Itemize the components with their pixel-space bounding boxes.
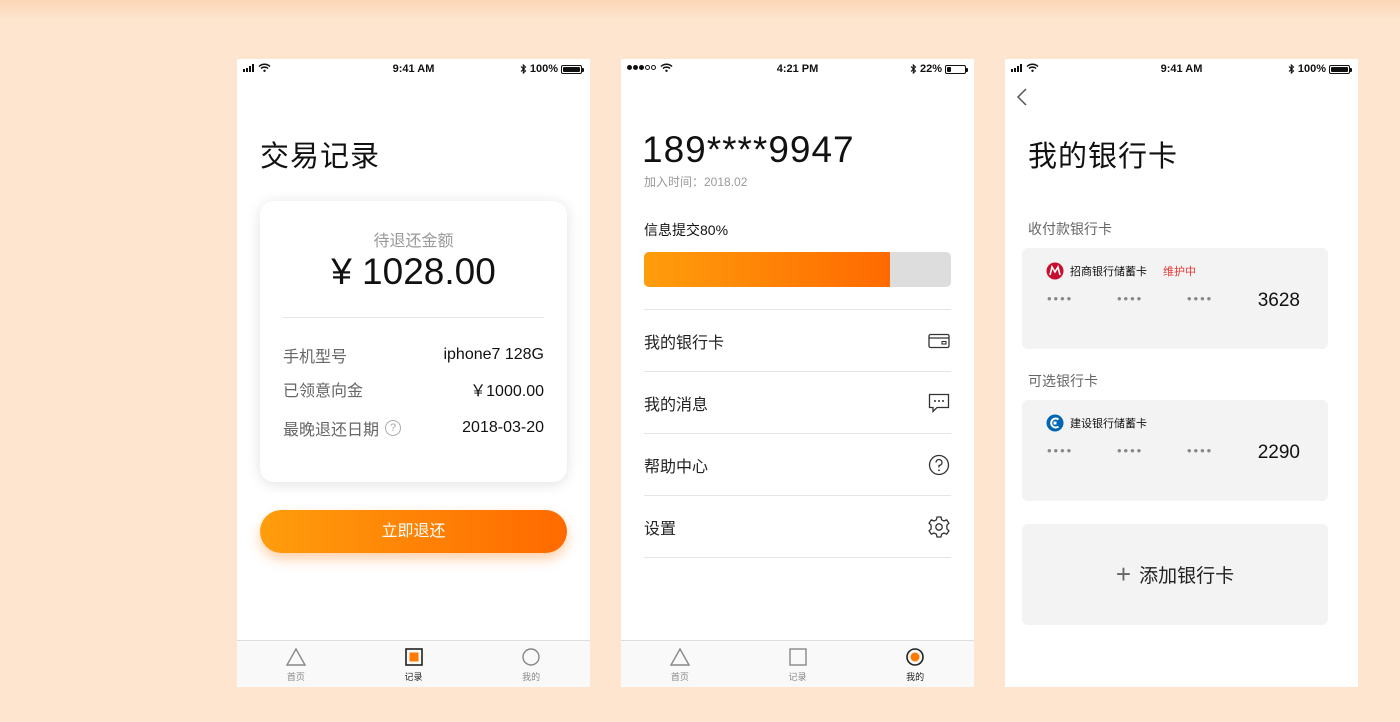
battery-icon [1329,64,1352,74]
bank-card-cmb[interactable]: 招商银行储蓄卡 维护中 •••• •••• •••• 3628 [1022,248,1328,349]
message-icon [927,391,951,415]
page-title: 交易记录 [260,141,381,173]
refund-now-button[interactable]: 立即退还 [260,510,567,553]
detail-value: 2018-03-20 [462,419,544,436]
detail-label: 最晚退还日期 [283,422,380,439]
detail-label: 已领意向金 [283,383,364,400]
phone-screen-transactions: 9:41 AM 100% 交易记录 待退还金额 ¥ 1028.00 手机型号 i… [237,59,590,687]
menu-item-help[interactable]: 帮助中心 [644,434,951,496]
menu-item-label: 我的银行卡 [644,334,725,352]
battery-icon [945,64,968,74]
divider [283,317,544,318]
square-icon [788,647,808,667]
tab-home[interactable]: 首页 [621,641,739,687]
add-bank-card-button[interactable]: + 添加银行卡 [1022,524,1328,625]
page-title: 我的银行卡 [1028,141,1179,173]
mask-group: •••• [1187,443,1214,458]
tab-records[interactable]: 记录 [739,641,857,687]
triangle-icon [669,647,690,667]
tab-label: 首页 [286,672,305,682]
tab-label: 记录 [404,672,423,682]
detail-value: iphone7 128G [443,346,544,363]
detail-value: ￥1000.00 [470,383,544,400]
mask-group: •••• [1187,291,1214,306]
gear-icon [927,515,951,539]
triangle-icon [285,647,306,667]
mask-group: •••• [1117,443,1144,458]
help-icon [927,453,951,477]
bank-card-ccb[interactable]: 建设银行储蓄卡 •••• •••• •••• 2290 [1022,400,1328,501]
background-glow [0,0,1400,20]
bluetooth-icon [910,64,917,74]
question-circle-icon[interactable]: ? [385,420,402,436]
menu-item-label: 帮助中心 [644,458,709,476]
bluetooth-icon [520,64,527,74]
square-icon [404,647,424,667]
card-last4: 2290 [1257,442,1300,463]
status-bar: 9:41 AM 100% [237,59,590,79]
bank-name-row: 招商银行储蓄卡 维护中 [1046,262,1196,280]
detail-label: 手机型号 [283,349,348,366]
tab-label: 首页 [670,672,689,682]
section-label-optional: 可选银行卡 [1028,373,1098,389]
tab-records[interactable]: 记录 [355,641,473,687]
bluetooth-icon [1288,64,1295,74]
phone-screen-profile: 4:21 PM 22% 189****9947 加入时间：2018.02 信息提… [621,59,974,687]
tab-home[interactable]: 首页 [237,641,355,687]
add-card-label: 添加银行卡 [1139,566,1235,587]
mask-group: •••• [1117,291,1144,306]
plus-icon: + [1115,559,1132,589]
card-icon [927,329,951,353]
bank-name-row: 建设银行储蓄卡 [1046,414,1147,432]
refund-caption: 待退还金额 [373,233,454,250]
progress-fill [644,252,890,287]
section-label-receive: 收付款银行卡 [1028,221,1112,237]
phone-screen-bank-cards: 9:41 AM 100% 我的银行卡 收付款银行卡 招商银行储蓄卡 维护中 ••… [1005,59,1358,687]
refund-amount: ¥ 1028.00 [331,251,496,292]
tab-mine[interactable]: 我的 [472,641,590,687]
circle-icon [905,647,925,667]
battery-percent: 100% [1297,63,1326,75]
circle-icon [521,647,541,667]
mask-group: •••• [1047,291,1074,306]
progress-label: 信息提交80% [644,222,729,238]
join-date: 加入时间：2018.02 [644,175,748,189]
battery-icon [561,64,584,74]
tab-label: 我的 [906,672,925,682]
detail-label-wrap: 最晚退还日期 ? [283,416,402,440]
cmb-logo-icon [1046,262,1064,280]
progress-bar [644,252,951,287]
menu-item-label: 我的消息 [644,396,709,414]
user-phone-number: 189****9947 [642,129,855,170]
battery-percent: 22% [919,63,942,75]
menu-item-settings[interactable]: 设置 [644,496,951,558]
bank-name: 招商银行储蓄卡 [1070,266,1147,278]
detail-row-deadline: 最晚退还日期 ? 2018-03-20 [283,416,544,440]
status-bar: 4:21 PM 22% [621,59,974,79]
tab-mine[interactable]: 我的 [856,641,974,687]
back-chevron-icon[interactable] [1015,86,1035,110]
menu-item-messages[interactable]: 我的消息 [644,372,951,434]
detail-row-deposit: 已领意向金 ￥1000.00 [283,377,544,401]
detail-row-model: 手机型号 iphone7 128G [283,343,544,367]
profile-menu: 我的银行卡 我的消息 帮助中心 设置 [644,309,951,558]
tab-bar: 首页 记录 我的 [237,640,590,687]
tab-label: 记录 [788,672,807,682]
status-bar: 9:41 AM 100% [1005,59,1358,79]
card-last4: 3628 [1257,290,1300,311]
refund-card: 待退还金额 ¥ 1028.00 手机型号 iphone7 128G 已领意向金 … [260,201,567,482]
ccb-logo-icon [1046,414,1064,432]
mask-group: •••• [1047,443,1074,458]
bank-name: 建设银行储蓄卡 [1070,418,1147,430]
tab-label: 我的 [522,672,541,682]
menu-item-label: 设置 [644,520,677,538]
battery-percent: 100% [529,63,558,75]
maintenance-badge: 维护中 [1163,266,1196,278]
tab-bar: 首页 记录 我的 [621,640,974,687]
menu-item-bank-cards[interactable]: 我的银行卡 [644,310,951,372]
